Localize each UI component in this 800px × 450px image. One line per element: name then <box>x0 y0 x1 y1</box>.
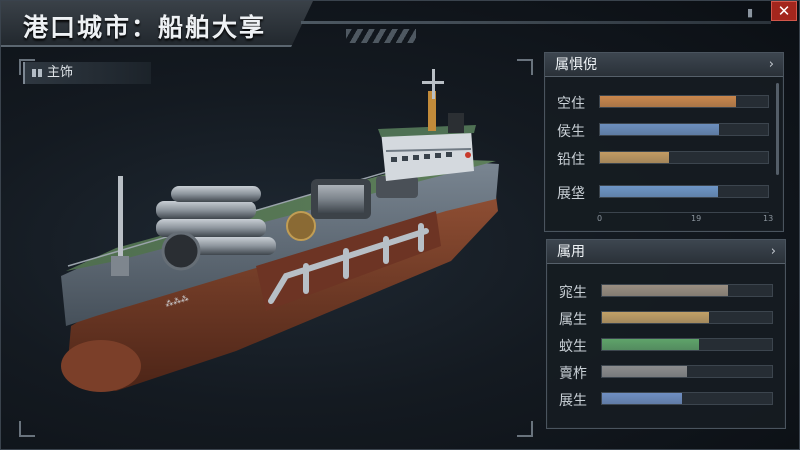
stat-row: 空住 <box>545 92 783 112</box>
hazard-stripes <box>346 29 416 43</box>
stat-bar-fill <box>600 152 669 163</box>
stat-bar-track <box>599 95 769 108</box>
stat-bar-fill <box>600 186 718 197</box>
stat-row: 展垡 <box>545 182 783 202</box>
stat-bar-fill <box>602 366 687 377</box>
title-divider <box>301 21 771 24</box>
cargo-ship-illustration[interactable]: ⁂⁂⁂ <box>56 61 511 401</box>
chevron-right-icon[interactable]: › <box>771 240 776 264</box>
stat-bar-fill <box>602 312 710 323</box>
pin-icon[interactable]: ▮ <box>743 6 757 20</box>
axis-tick-label: 13 <box>763 214 774 223</box>
stat-bar-track <box>601 338 773 351</box>
stat-label: 空住 <box>557 96 585 112</box>
stat-bar-track <box>601 284 773 297</box>
close-button[interactable]: ✕ <box>771 1 797 21</box>
stat-row: 賣柞 <box>547 362 785 382</box>
stat-label: 展垡 <box>557 186 585 202</box>
stat-label: 賣柞 <box>559 366 587 382</box>
viewport-corner <box>19 421 35 437</box>
axis-line <box>599 212 769 213</box>
usage-panel-header[interactable]: 属用 › <box>547 240 785 264</box>
stat-label: 侯生 <box>557 124 585 140</box>
game-window: 港口城市：船舶大享 ▮ ✕ 主饰 ⁂⁂⁂ 属惧倪 › 空住 侯生 铅住 展垡 0… <box>0 0 800 450</box>
stat-label: 展生 <box>559 393 587 409</box>
stat-bar-fill <box>602 393 682 404</box>
axis-tick-label: 0 <box>597 214 603 223</box>
stat-row: 窕生 <box>547 281 785 301</box>
stat-bar-fill <box>600 96 737 107</box>
stat-label: 蚊生 <box>559 339 587 355</box>
stat-bar-track <box>601 392 773 405</box>
attributes-panel-header[interactable]: 属惧倪 › <box>545 53 783 77</box>
stat-axis: 0 19 13 <box>597 212 773 230</box>
axis-tick-label: 19 <box>691 214 702 223</box>
grid-icon <box>32 69 42 77</box>
stat-row: 铅住 <box>545 148 783 168</box>
stat-bar-fill <box>600 124 720 135</box>
stat-bar-track <box>599 123 769 136</box>
stat-bar-track <box>601 311 773 324</box>
stat-row: 展生 <box>547 389 785 409</box>
viewport-corner <box>517 421 533 437</box>
viewport-corner <box>517 59 533 75</box>
stat-row: 属生 <box>547 308 785 328</box>
stat-bar-track <box>599 151 769 164</box>
usage-panel: 属用 › 窕生属生蚊生賣柞展生 <box>546 239 786 429</box>
attributes-panel-title: 属惧倪 <box>555 57 597 73</box>
stat-label: 铅住 <box>557 152 585 168</box>
window-title: 港口城市：船舶大享 <box>23 13 267 42</box>
stat-label: 属生 <box>559 312 587 328</box>
stat-bar-fill <box>602 339 699 350</box>
stat-bar-track <box>599 185 769 198</box>
stat-bar-track <box>601 365 773 378</box>
stat-label: 窕生 <box>559 285 587 301</box>
stat-row: 蚊生 <box>547 335 785 355</box>
chevron-right-icon[interactable]: › <box>769 53 774 77</box>
scrollbar[interactable] <box>776 83 779 175</box>
attributes-panel: 属惧倪 › 空住侯生铅住展垡 0 19 13 <box>544 52 784 232</box>
usage-panel-title: 属用 <box>557 244 585 260</box>
stat-bar-fill <box>602 285 728 296</box>
stat-row: 侯生 <box>545 120 783 140</box>
